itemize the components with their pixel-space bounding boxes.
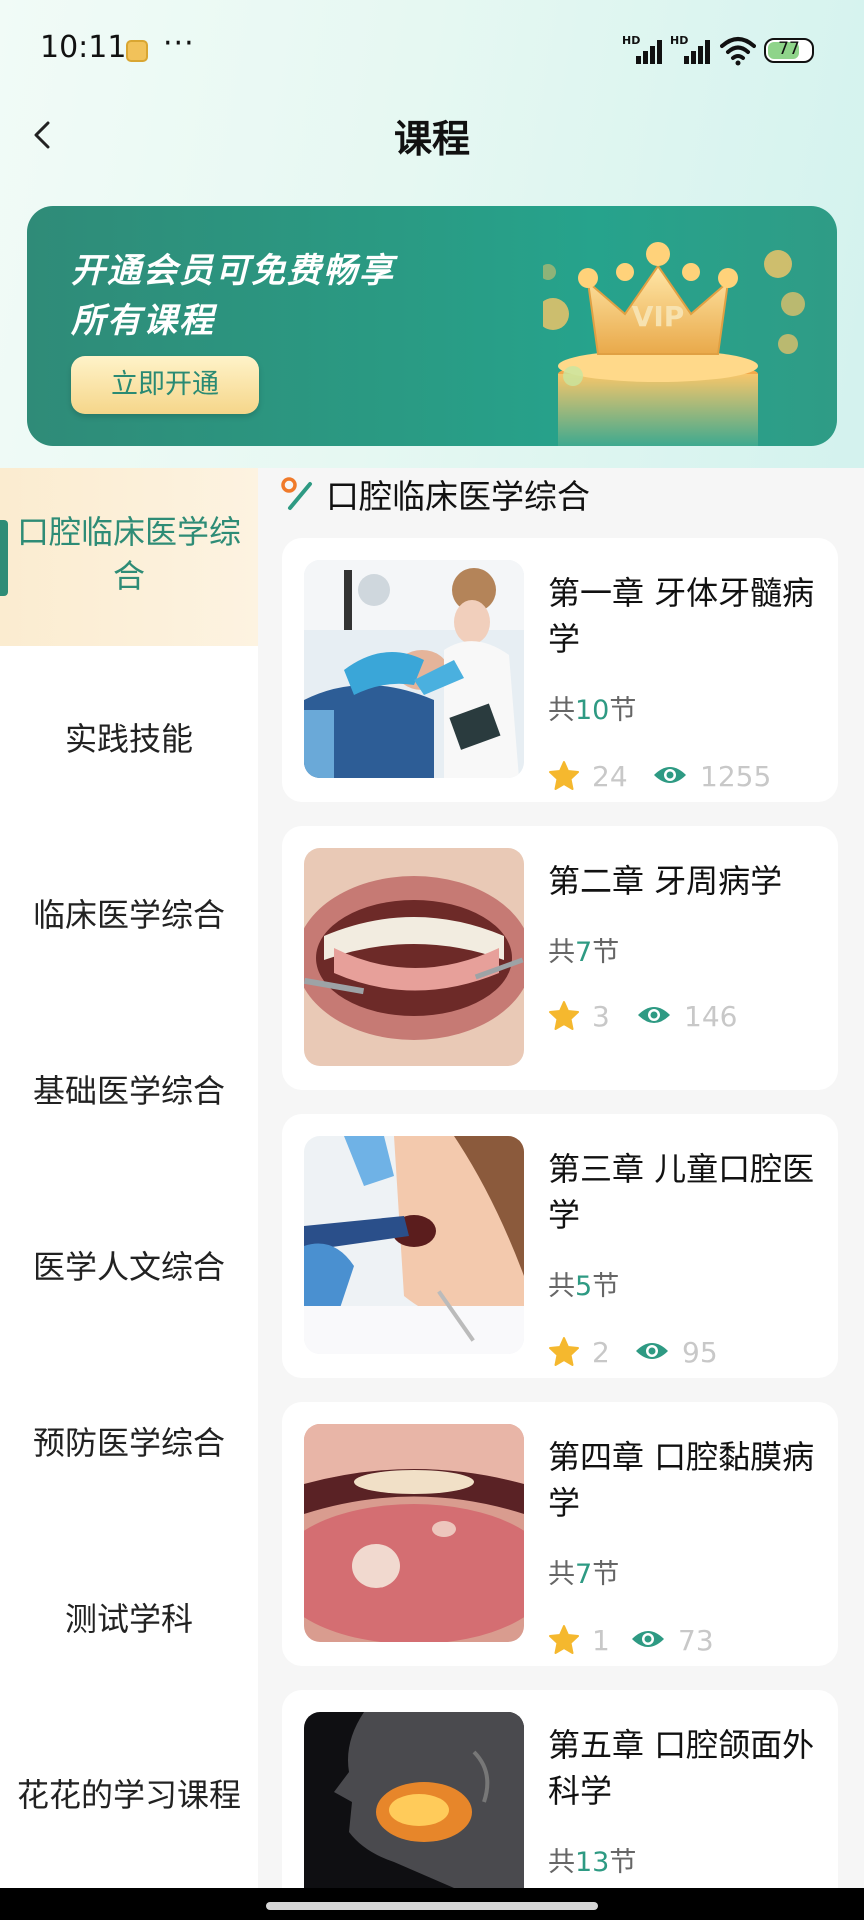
course-stats: 2 95 xyxy=(548,1336,828,1370)
sidebar-item-label: 医学人文综合 xyxy=(32,1248,225,1286)
notification-app-icon xyxy=(126,40,148,62)
vip-banner[interactable]: 开通会员可免费畅享 所有课程 立即开通 VIP xyxy=(27,206,837,446)
sidebar-item-basic-medicine[interactable]: 基础医学综合 xyxy=(0,1066,258,1112)
sidebar-item-test-subject[interactable]: 测试学科 xyxy=(0,1594,258,1640)
course-thumbnail xyxy=(304,1136,524,1354)
signal-icon-2: HD xyxy=(670,34,716,64)
status-time: 10:11 xyxy=(40,30,127,65)
sidebar-item-preventive-medicine[interactable]: 预防医学综合 xyxy=(0,1418,258,1464)
sidebar-item-label: 实践技能 xyxy=(64,720,193,758)
battery-icon: 77 xyxy=(764,38,814,63)
course-stats: 3 146 xyxy=(548,1000,828,1034)
course-thumbnail xyxy=(304,1712,524,1888)
course-card-4[interactable]: 第四章 口腔黏膜病学 共7节 1 73 xyxy=(282,1402,838,1666)
status-more-icon: ··· xyxy=(163,26,195,61)
sidebar-item-practical-skills[interactable]: 实践技能 xyxy=(0,714,258,760)
view-count: 1255 xyxy=(700,760,772,793)
course-card-3[interactable]: 第三章 儿童口腔医学 共5节 2 95 xyxy=(282,1114,838,1378)
eye-icon xyxy=(632,1631,664,1647)
signal-icon: HD xyxy=(622,34,668,64)
course-thumbnail xyxy=(304,848,524,1066)
course-title: 第一章 牙体牙髓病学 xyxy=(548,574,815,658)
sidebar-item-medical-humanities[interactable]: 医学人文综合 xyxy=(0,1242,258,1288)
eye-icon xyxy=(636,1343,668,1359)
sidebar-item-label: 花花的学习课程 xyxy=(16,1776,241,1814)
sidebar-item-oral-clinical[interactable]: 口腔临床医学综合 xyxy=(0,468,258,646)
course-title: 第四章 口腔黏膜病学 xyxy=(548,1438,815,1522)
course-lesson-count: 共10节 xyxy=(548,695,637,726)
vip-crown-icon: VIP xyxy=(543,242,805,446)
star-icon xyxy=(549,1625,579,1654)
home-indicator[interactable] xyxy=(266,1902,598,1910)
section-title: 口腔临床医学综合 xyxy=(326,477,590,516)
course-card-1[interactable]: 第一章 牙体牙髓病学 共10节 24 1255 xyxy=(282,538,838,802)
course-lesson-count: 共13节 xyxy=(548,1847,637,1878)
course-thumbnail xyxy=(304,1424,524,1642)
course-stats: 1 73 xyxy=(548,1624,828,1658)
star-count: 3 xyxy=(592,1000,610,1033)
course-card-2[interactable]: 第二章 牙周病学 共7节 3 146 xyxy=(282,826,838,1090)
category-sidebar: 口腔临床医学综合 实践技能 临床医学综合 基础医学综合 医学人文综合 预防医学综… xyxy=(0,468,258,1888)
sidebar-item-label: 基础医学综合 xyxy=(32,1072,225,1110)
course-lesson-count: 共7节 xyxy=(548,937,620,968)
banner-line-2: 所有课程 xyxy=(71,301,215,341)
course-lesson-count: 共5节 xyxy=(548,1271,620,1302)
sidebar-item-huahua-courses[interactable]: 花花的学习课程 xyxy=(0,1770,258,1816)
course-title: 第二章 牙周病学 xyxy=(548,862,783,900)
sidebar-item-label: 口腔临床医学综合 xyxy=(16,513,241,595)
view-count: 146 xyxy=(684,1000,738,1033)
sidebar-item-label: 预防医学综合 xyxy=(32,1424,225,1462)
sidebar-item-label: 测试学科 xyxy=(64,1600,193,1638)
wifi-icon xyxy=(720,37,756,66)
star-count: 24 xyxy=(592,760,628,793)
star-icon xyxy=(549,1337,579,1366)
view-count: 95 xyxy=(682,1336,718,1369)
course-thumbnail xyxy=(304,560,524,778)
sidebar-item-label: 临床医学综合 xyxy=(32,896,225,934)
page-title: 课程 xyxy=(393,117,470,161)
sidebar-item-clinical-medicine[interactable]: 临床医学综合 xyxy=(0,890,258,936)
active-indicator xyxy=(0,520,8,596)
star-count: 2 xyxy=(592,1336,610,1369)
activate-membership-button[interactable]: 立即开通 xyxy=(71,356,259,414)
course-title: 第三章 儿童口腔医学 xyxy=(548,1150,815,1234)
eye-icon xyxy=(654,767,686,783)
section-title-icon xyxy=(281,477,312,510)
banner-text: 开通会员可免费畅享 所有课程 xyxy=(71,246,491,346)
star-icon xyxy=(549,761,579,790)
banner-line-1: 开通会员可免费畅享 xyxy=(71,251,395,291)
eye-icon xyxy=(638,1007,670,1023)
battery-percent: 77 xyxy=(778,39,800,59)
course-lesson-count: 共7节 xyxy=(548,1559,620,1590)
course-card-5[interactable]: 第五章 口腔颌面外科学 共13节 xyxy=(282,1690,838,1888)
course-title: 第五章 口腔颌面外科学 xyxy=(548,1726,815,1810)
view-count: 73 xyxy=(678,1624,714,1657)
status-bar: 10:11 ··· HD HD 77 xyxy=(0,0,864,100)
star-count: 1 xyxy=(592,1624,610,1657)
course-stats: 24 1255 xyxy=(548,760,828,794)
star-icon xyxy=(549,1001,579,1030)
svg-text:VIP: VIP xyxy=(632,300,685,333)
